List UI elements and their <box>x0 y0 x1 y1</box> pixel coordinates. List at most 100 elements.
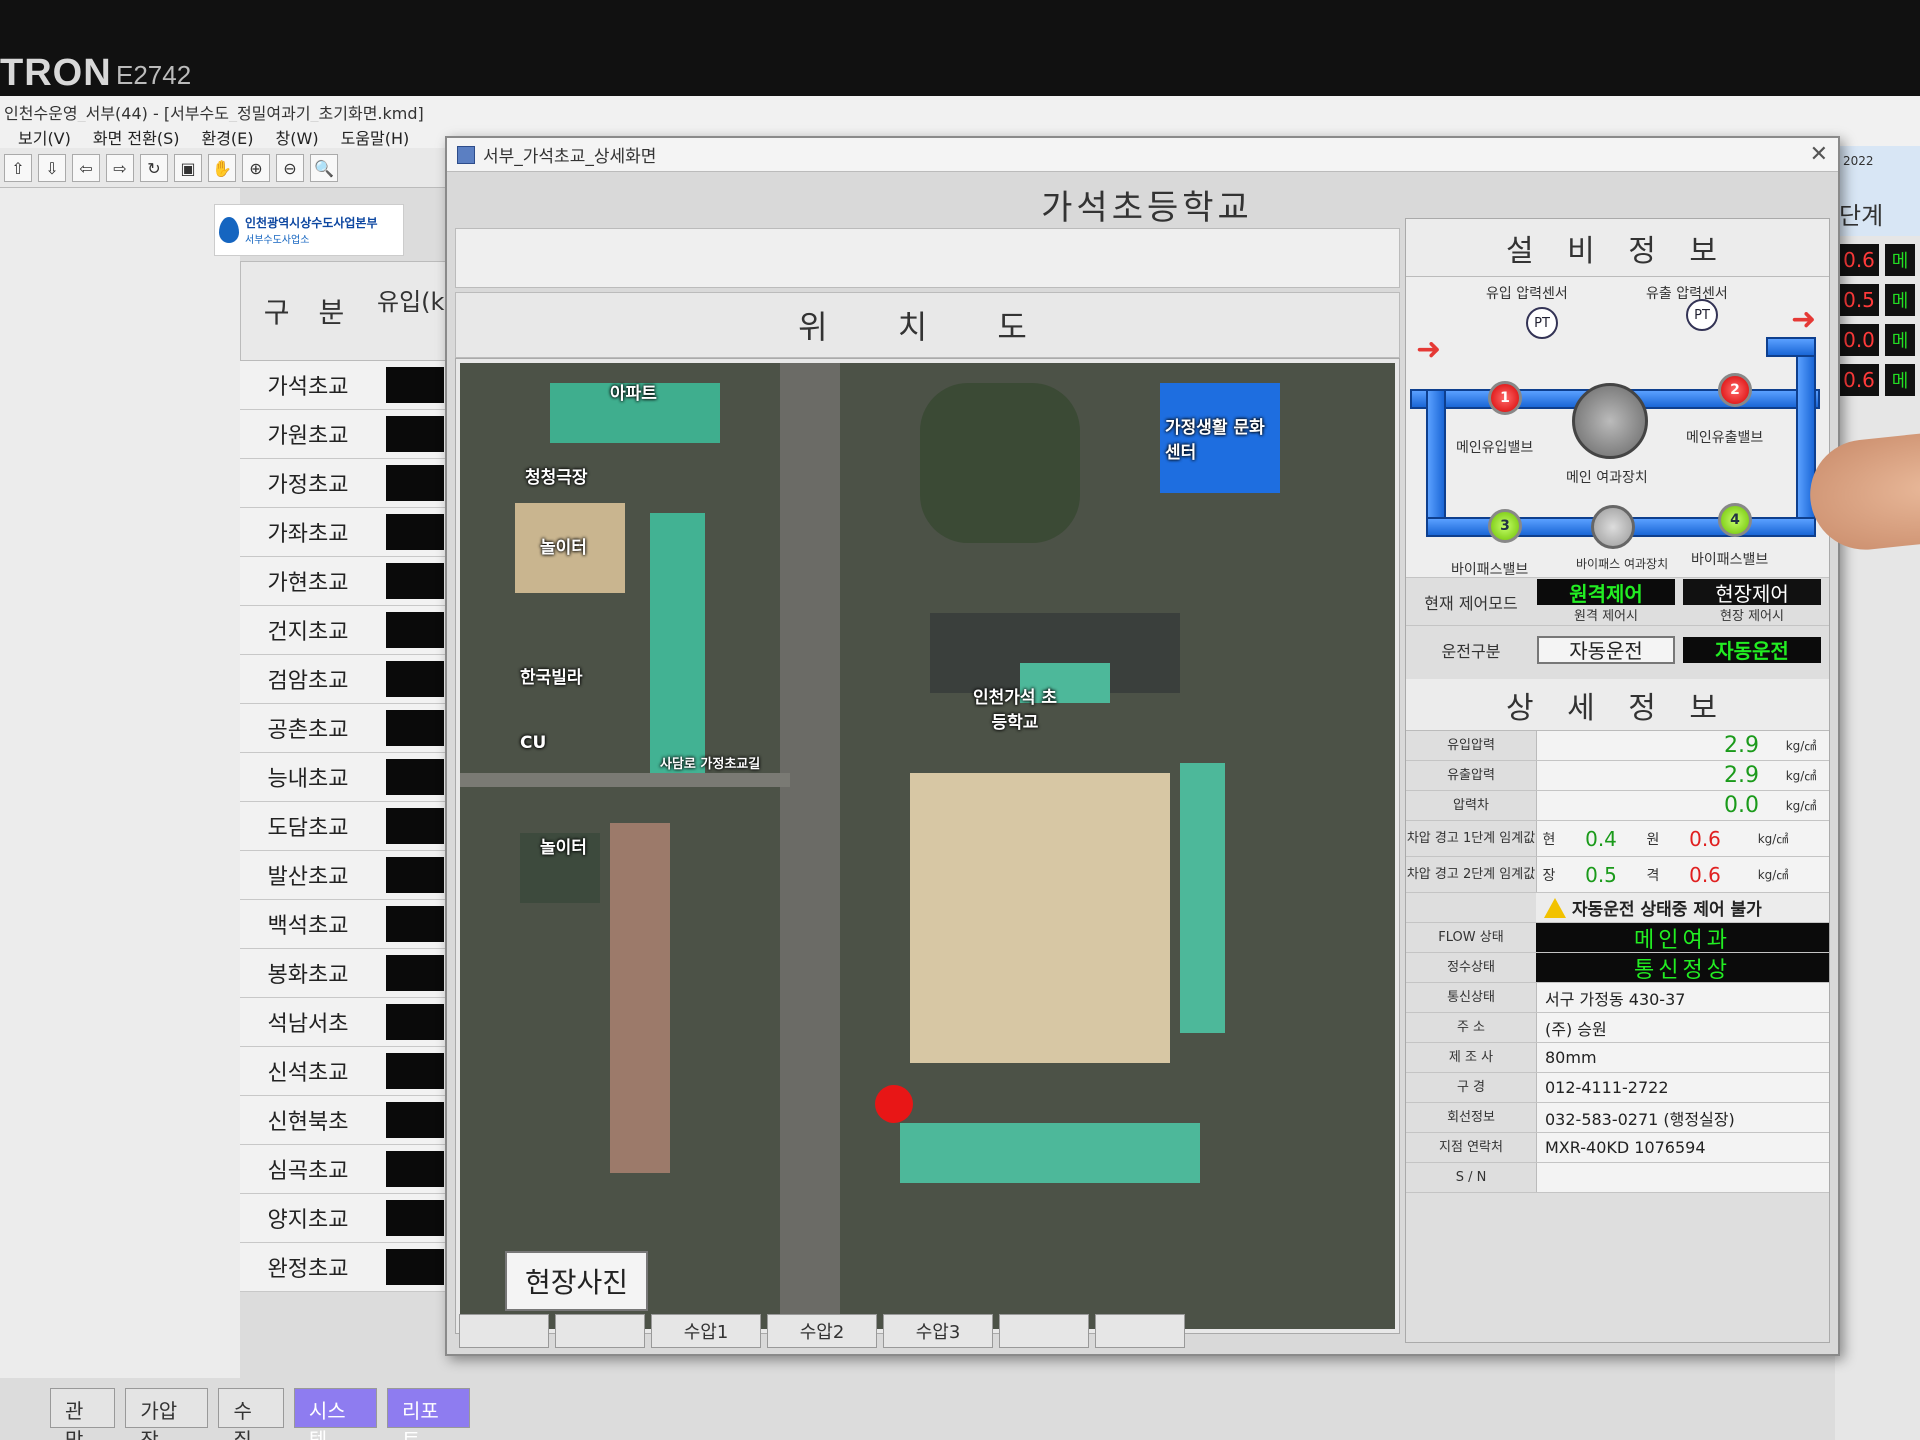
school-name-cell[interactable]: 능내초교 <box>240 753 376 801</box>
building-roof <box>650 513 705 773</box>
nav-report-button[interactable]: 리포트 <box>386 1388 471 1440</box>
control-mode-remote[interactable]: 원격제어 <box>1537 579 1675 606</box>
school-name: 가석초등학교 <box>1041 188 1253 228</box>
line-value: 012-4111-2722 <box>1536 1073 1829 1102</box>
main-filter-unit[interactable] <box>1572 383 1648 459</box>
site-photo-button[interactable]: 현장사진 <box>505 1251 649 1311</box>
building-roof <box>1180 763 1225 1033</box>
tab-empty[interactable] <box>1095 1314 1185 1348</box>
tab-pressure2[interactable]: 수압2 <box>767 1314 877 1348</box>
school-name-cell[interactable]: 석남서초 <box>240 998 376 1046</box>
left-blank-area <box>0 188 240 1440</box>
menu-screen-switch[interactable]: 화면 전환(S) <box>93 125 180 148</box>
site-marker[interactable] <box>875 1085 913 1123</box>
zoom-out-icon[interactable]: ⊖ <box>276 154 304 182</box>
main-outlet-valve[interactable]: 2 <box>1718 373 1752 407</box>
remote-char: 격 <box>1646 867 1660 884</box>
school-name-cell[interactable]: 신현북초 <box>240 1096 376 1144</box>
arrow-left-icon[interactable]: ⇦ <box>72 154 100 182</box>
menu-window[interactable]: 창(W) <box>276 125 319 148</box>
nav-quality-button[interactable]: 수질 <box>218 1388 284 1440</box>
school-name-cell[interactable]: 도담초교 <box>240 802 376 850</box>
local-caption: 현장 제어시 <box>1720 609 1784 624</box>
school-name-cell[interactable]: 신석초교 <box>240 1047 376 1095</box>
school-name-cell[interactable]: 완정초교 <box>240 1243 376 1291</box>
nav-booster-button[interactable]: 가압장 <box>125 1388 209 1440</box>
bypass-valve-4[interactable]: 4 <box>1718 503 1752 537</box>
right-flag: 메 <box>1885 324 1915 356</box>
building-roof <box>610 823 670 1173</box>
school-name-cell[interactable]: 공촌초교 <box>240 704 376 752</box>
bypass-filter-unit[interactable] <box>1591 505 1635 549</box>
zoom-in-icon[interactable]: ⊕ <box>242 154 270 182</box>
local-char: 현 <box>1542 831 1556 848</box>
outlet-pressure-cell: 2.9 kg/㎠ <box>1536 761 1829 790</box>
tab-pressure3[interactable]: 수압3 <box>883 1314 993 1348</box>
school-name-cell[interactable]: 양지초교 <box>240 1194 376 1242</box>
map-label-villa: 한국빌라 <box>520 668 583 688</box>
tab-empty[interactable] <box>459 1314 549 1348</box>
arrow-down-icon[interactable]: ⇩ <box>38 154 66 182</box>
right-value: 0.5 <box>1839 284 1879 316</box>
nav-network-button[interactable]: 관망 <box>50 1388 116 1440</box>
maker-label: 제 조 사 <box>1448 1050 1494 1065</box>
sn-spacer <box>1536 1163 1829 1192</box>
inlet-pressure-value: 2.9 <box>1724 733 1759 758</box>
outlet-pressure-value: 2.9 <box>1724 763 1759 788</box>
tab-empty[interactable] <box>555 1314 645 1348</box>
nav-system-button[interactable]: 시스템 <box>293 1388 377 1440</box>
close-icon[interactable]: ✕ <box>1810 142 1828 167</box>
arrow-right-icon[interactable]: ⇨ <box>106 154 134 182</box>
map-frame: 아파트 청청극장 놀이터 한국빌라 CU 놀이터 가정생활 문화센터 인천가석 … <box>455 358 1400 1334</box>
hand-icon[interactable]: ✋ <box>208 154 236 182</box>
satellite-map[interactable]: 아파트 청청극장 놀이터 한국빌라 CU 놀이터 가정생활 문화센터 인천가석 … <box>460 363 1395 1329</box>
school-name-cell[interactable]: 가현초교 <box>240 557 376 605</box>
school-name-cell[interactable]: 가원초교 <box>240 410 376 458</box>
menu-view[interactable]: 보기(V) <box>18 125 71 148</box>
tab-empty[interactable] <box>999 1314 1089 1348</box>
school-name-cell[interactable]: 봉화초교 <box>240 949 376 997</box>
zoom-icon[interactable]: 🔍 <box>310 154 338 182</box>
school-name-cell[interactable]: 발산초교 <box>240 851 376 899</box>
schoolyard <box>910 773 1170 1063</box>
inlet-value-cell <box>386 1004 444 1040</box>
fit-screen-icon[interactable]: ▣ <box>174 154 202 182</box>
run-local-indicator: 자동운전 <box>1683 636 1821 663</box>
arrow-up-icon[interactable]: ⇧ <box>4 154 32 182</box>
bypass-valve-3[interactable]: 3 <box>1488 509 1522 543</box>
detail-tabs: 수압1 수압2 수압3 <box>455 1308 1400 1354</box>
warn2-remote-value: 0.6 <box>1689 862 1721 887</box>
map-label-playground: 놀이터 <box>540 838 587 858</box>
warn1-cell: 현 0.4 원 0.6 kg/㎠ <box>1536 821 1829 856</box>
maker-row: 제 조 사 80mm <box>1406 1043 1829 1073</box>
inlet-value-cell <box>386 759 444 795</box>
map-label-apt: 아파트 <box>610 384 657 404</box>
school-name-cell[interactable]: 심곡초교 <box>240 1145 376 1193</box>
menu-help[interactable]: 도움말(H) <box>341 125 410 148</box>
main-inlet-valve[interactable]: 1 <box>1488 381 1522 415</box>
tab-pressure1[interactable]: 수압1 <box>651 1314 761 1348</box>
inlet-value-cell <box>386 416 444 452</box>
right-flag: 메 <box>1885 364 1915 396</box>
bottom-nav: 관망 가압장 수질 시스템 리포트 <box>0 1378 520 1440</box>
local-char: 장 <box>1542 867 1556 884</box>
school-name-cell[interactable]: 가좌초교 <box>240 508 376 556</box>
school-name-cell[interactable]: 백석초교 <box>240 900 376 948</box>
inlet-value-cell <box>386 367 444 403</box>
equipment-panel: 설 비 정 보 유입 압력센서 유출 압력센서 PT PT ➜ ➜ 1 2 3 … <box>1405 218 1830 1343</box>
school-name-cell[interactable]: 가정초교 <box>240 459 376 507</box>
inlet-pt-icon[interactable]: PT <box>1526 307 1558 339</box>
school-name-cell[interactable]: 건지초교 <box>240 606 376 654</box>
warn2-cell: 장 0.5 격 0.6 kg/㎠ <box>1536 857 1829 892</box>
inlet-pressure-row: 유입압력 2.9 kg/㎠ <box>1406 731 1829 761</box>
refresh-icon[interactable]: ↻ <box>140 154 168 182</box>
control-mode-local[interactable]: 현장제어 <box>1683 579 1821 606</box>
menu-environment[interactable]: 환경(E) <box>201 125 253 148</box>
outlet-pt-icon[interactable]: PT <box>1686 299 1718 331</box>
detail-titlebar[interactable]: 서부_가석초교_상세화면 ✕ <box>447 138 1838 172</box>
inlet-value-cell <box>386 661 444 697</box>
run-remote-button[interactable]: 자동운전 <box>1537 635 1675 664</box>
school-name-cell[interactable]: 검암초교 <box>240 655 376 703</box>
school-name-cell[interactable]: 가석초교 <box>240 361 376 409</box>
flow-row: FLOW 상태 메인여과 <box>1406 923 1829 953</box>
